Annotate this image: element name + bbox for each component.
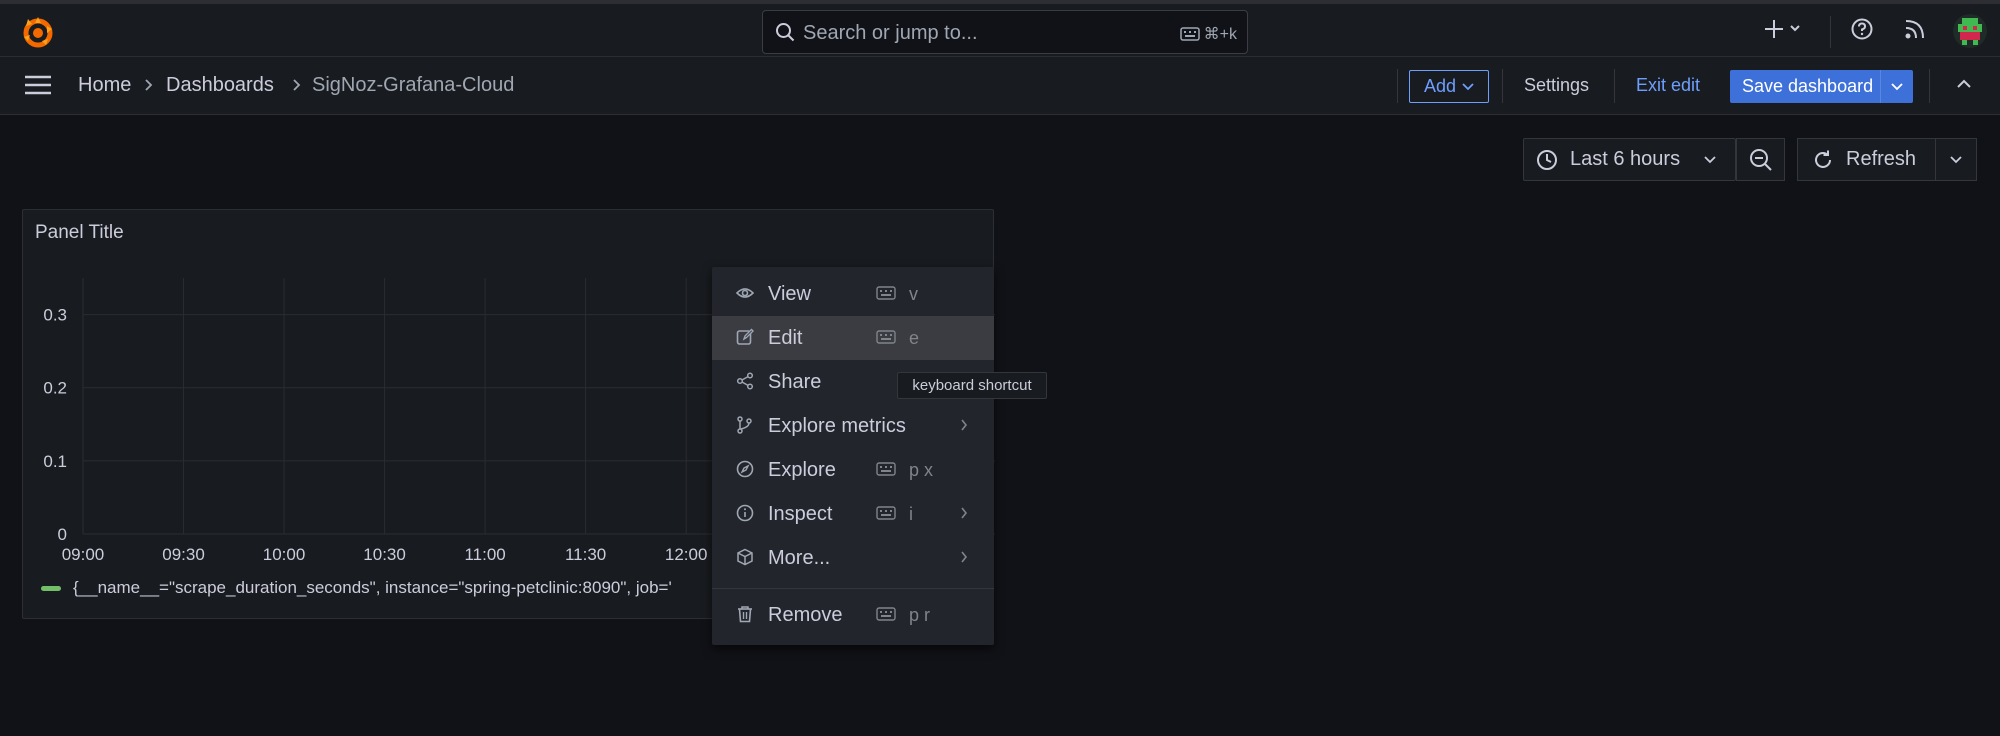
legend-series-label: {__name__="scrape_duration_seconds", ins…	[73, 578, 672, 597]
menu-item-label: Inspect	[768, 503, 833, 525]
keyboard-icon	[876, 286, 896, 300]
menu-icon[interactable]	[24, 74, 52, 96]
refresh-icon	[1812, 149, 1834, 171]
chevron-right-icon	[292, 77, 302, 93]
exit-edit-button[interactable]: Exit edit	[1636, 75, 1700, 96]
menu-item-view[interactable]: View v	[712, 272, 994, 316]
top-bar: Search or jump to... ⌘+k	[0, 0, 2000, 57]
x-tick-label: 12:00	[665, 545, 708, 564]
menu-item-label: Share	[768, 371, 822, 393]
menu-item-label: Remove	[768, 604, 843, 626]
divider	[1614, 69, 1615, 103]
branch-icon	[736, 416, 754, 434]
keyboard-icon	[876, 506, 896, 520]
search-shortcut-text: ⌘+k	[1203, 26, 1237, 43]
breadcrumb-home[interactable]: Home	[78, 74, 131, 97]
breadcrumb-dashboards[interactable]: Dashboards	[166, 74, 274, 97]
x-tick-label: 10:30	[363, 545, 406, 564]
chevron-right-icon	[959, 418, 969, 432]
divider	[1397, 69, 1398, 103]
chevron-down-icon	[1462, 82, 1474, 91]
tooltip: keyboard shortcut	[897, 372, 1047, 399]
time-range-picker[interactable]: Last 6 hours	[1523, 138, 1736, 181]
share-icon	[736, 372, 754, 390]
time-range-label: Last 6 hours	[1570, 148, 1681, 170]
divider	[1830, 16, 1831, 48]
divider	[1929, 69, 1930, 103]
chevron-up-icon[interactable]	[1955, 75, 1973, 93]
search-placeholder: Search or jump to...	[803, 22, 978, 44]
breadcrumb-current: SigNoz-Grafana-Cloud	[312, 74, 515, 96]
menu-item-explore-metrics[interactable]: Explore metrics	[712, 404, 994, 448]
search-shortcut: ⌘+k	[1179, 24, 1237, 44]
menu-item-more[interactable]: More...	[712, 536, 994, 580]
x-tick-label: 09:00	[62, 545, 105, 564]
refresh-interval-dropdown[interactable]	[1935, 138, 1977, 181]
save-dashboard-button[interactable]: Save dashboard	[1730, 70, 1913, 103]
y-tick-label: 0.1	[43, 452, 67, 471]
refresh-label: Refresh	[1846, 148, 1917, 170]
chart-legend[interactable]: {__name__="scrape_duration_seconds", ins…	[41, 578, 672, 598]
search-input[interactable]: Search or jump to... ⌘+k	[762, 10, 1248, 54]
eye-icon	[736, 284, 754, 302]
cube-icon	[736, 548, 754, 566]
news-rss-icon[interactable]	[1904, 18, 1926, 40]
menu-item-label: More...	[768, 547, 831, 569]
keyboard-icon	[876, 462, 896, 476]
zoom-out-icon	[1749, 148, 1773, 172]
settings-button[interactable]: Settings	[1524, 75, 1589, 96]
new-plus-icon[interactable]	[1765, 18, 1805, 40]
x-tick-label: 09:30	[162, 545, 205, 564]
add-button[interactable]: Add	[1409, 70, 1489, 103]
keyboard-icon	[876, 330, 896, 344]
grafana-logo-icon[interactable]	[20, 15, 60, 55]
y-tick-label: 0	[58, 525, 67, 544]
menu-item-edit[interactable]: Edit e	[712, 316, 994, 360]
keyboard-icon	[1179, 27, 1200, 41]
chevron-down-icon[interactable]	[1880, 70, 1913, 103]
chevron-right-icon	[959, 506, 969, 520]
chevron-down-icon	[1704, 155, 1716, 164]
menu-item-label: View	[768, 283, 811, 305]
menu-item-label: Explore metrics	[768, 415, 906, 437]
add-button-label: Add	[1423, 76, 1457, 96]
x-tick-label: 10:00	[263, 545, 306, 564]
menu-item-remove[interactable]: Remove p r	[712, 593, 994, 637]
menu-divider	[712, 588, 994, 589]
y-tick-label: 0.2	[43, 379, 67, 398]
clock-icon	[1536, 149, 1558, 171]
x-tick-label: 11:00	[464, 545, 505, 564]
shortcut-key: i	[909, 504, 913, 524]
compass-icon	[736, 460, 754, 478]
chevron-down-icon	[1950, 155, 1962, 164]
avatar[interactable]	[1953, 14, 1987, 48]
y-tick-label: 0.3	[43, 306, 67, 325]
shortcut-key: e	[909, 328, 920, 348]
x-tick-label: 11:30	[565, 545, 606, 564]
legend-swatch	[41, 585, 61, 591]
shortcut-key: p r	[909, 605, 931, 625]
shortcut-key: p x	[909, 460, 934, 480]
trash-icon	[736, 605, 754, 623]
menu-item-inspect[interactable]: Inspect i	[712, 492, 994, 536]
menu-item-label: Edit	[768, 327, 803, 349]
dashboard-nav-bar: Home Dashboards SigNoz-Grafana-Cloud Add…	[0, 57, 2000, 115]
help-icon[interactable]	[1851, 18, 1873, 40]
zoom-out-button[interactable]	[1736, 138, 1785, 181]
keyboard-icon	[876, 607, 896, 621]
menu-item-label: Explore	[768, 459, 836, 481]
shortcut-key: v	[909, 284, 918, 304]
edit-icon	[736, 328, 754, 346]
menu-item-explore[interactable]: Explore p x	[712, 448, 994, 492]
chevron-right-icon	[959, 550, 969, 564]
save-dashboard-label: Save dashboard	[1742, 76, 1874, 96]
chevron-right-icon	[144, 77, 154, 93]
info-icon	[736, 504, 754, 522]
divider	[1502, 69, 1503, 103]
panel-context-menu: View v Edit e Share Explore metrics Explore p x…	[712, 267, 994, 645]
search-icon	[775, 22, 795, 42]
